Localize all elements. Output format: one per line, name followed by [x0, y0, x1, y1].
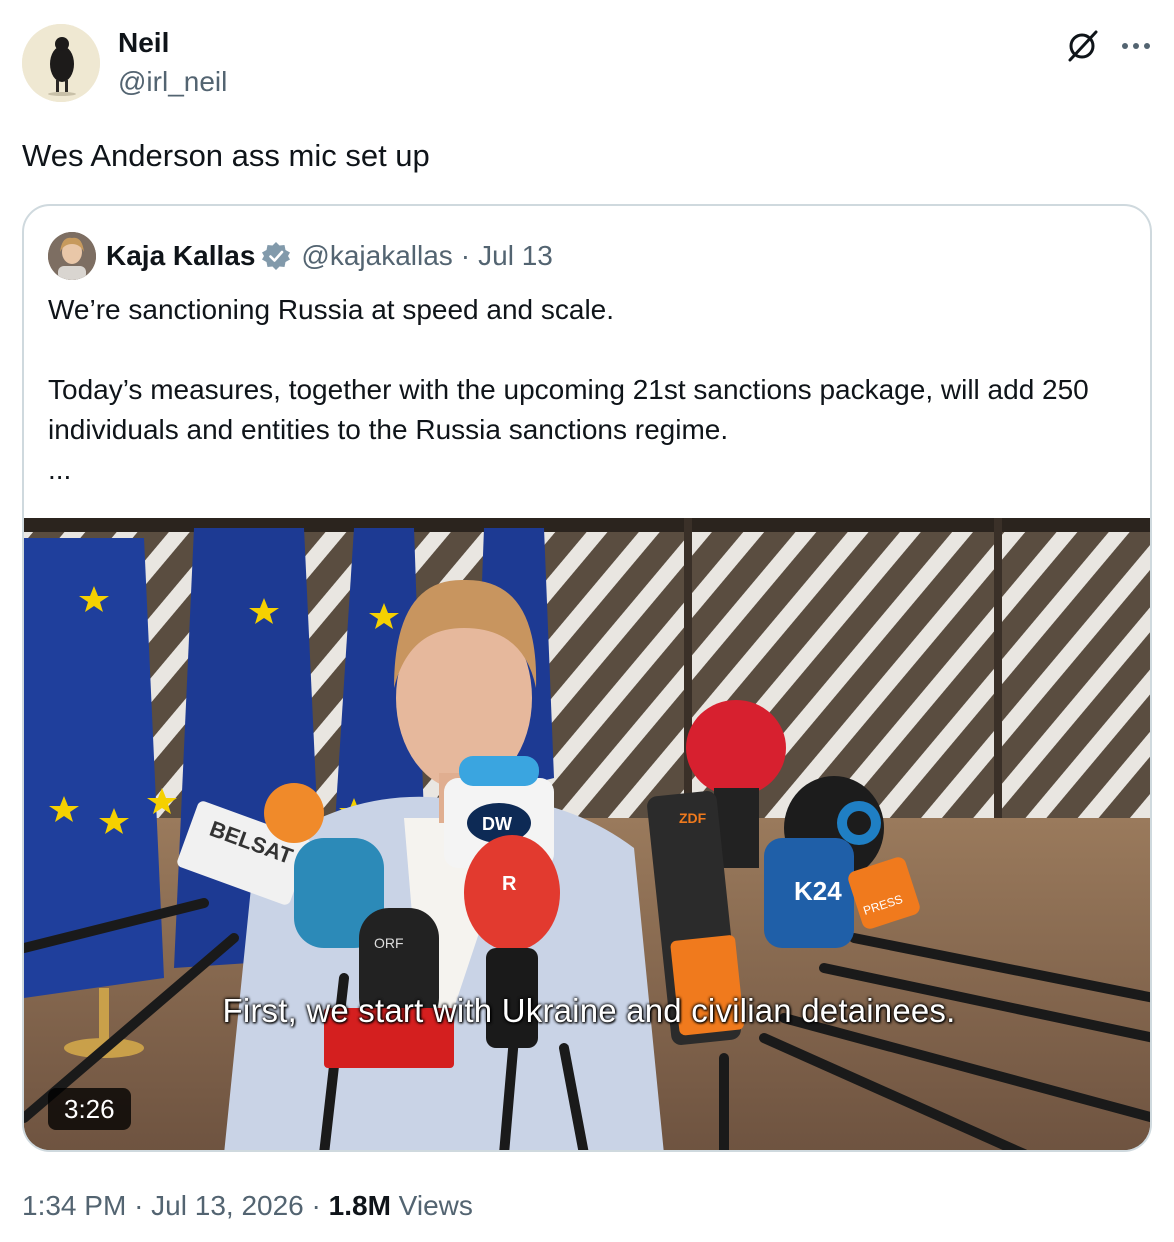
quoted-author-name[interactable]: Kaja Kallas — [106, 240, 255, 272]
video-duration: 3:26 — [48, 1088, 131, 1130]
views-label: Views — [398, 1190, 473, 1221]
video-subtitle: First, we start with Ukraine and civilia… — [222, 992, 956, 1029]
tweet-text: Wes Anderson ass mic set up — [22, 138, 430, 173]
author-block: Neil @irl_neil — [118, 26, 227, 100]
author-avatar[interactable] — [22, 24, 100, 102]
tweet-time[interactable]: 1:34 PM — [22, 1190, 126, 1221]
quoted-text: We’re sanctioning Russia at speed and sc… — [48, 290, 1128, 490]
author-name[interactable]: Neil — [118, 26, 227, 60]
more-icon[interactable] — [1116, 26, 1156, 66]
svg-text:ORF: ORF — [374, 935, 404, 951]
meta-separator: · — [134, 1190, 144, 1221]
quoted-author-handle[interactable]: @kajakallas — [301, 240, 452, 272]
video-player[interactable]: BELSAT ORF DW R ZDF K24 PRESS First, we … — [24, 518, 1150, 1150]
top-actions — [1062, 26, 1156, 66]
quoted-avatar[interactable] — [48, 232, 96, 280]
author-handle[interactable]: @irl_neil — [118, 64, 227, 100]
tweet-date[interactable]: Jul 13, 2026 — [151, 1190, 304, 1221]
quoted-paragraph-1: We’re sanctioning Russia at speed and sc… — [48, 294, 615, 325]
tweet-meta: 1:34 PM · Jul 13, 2026 · 1.8M Views — [22, 1188, 473, 1224]
svg-text:K24: K24 — [794, 876, 842, 906]
show-more-ellipsis[interactable]: ... — [48, 450, 1128, 490]
verified-badge-icon — [262, 242, 291, 270]
svg-text:R: R — [502, 873, 517, 895]
meta-separator: · — [311, 1190, 321, 1221]
quoted-paragraph-2: Today’s measures, together with the upco… — [48, 374, 1089, 445]
separator-dot: · — [460, 240, 471, 271]
quoted-header: Kaja Kallas @kajakallas · Jul 13 — [48, 232, 553, 280]
quoted-tweet[interactable]: Kaja Kallas @kajakallas · Jul 13 We’re s… — [22, 204, 1152, 1152]
svg-text:ZDF: ZDF — [679, 810, 707, 826]
tweet: Neil @irl_neil Wes Anderson ass mic set … — [0, 0, 1174, 1242]
views-count[interactable]: 1.8M — [329, 1190, 391, 1221]
video-thumbnail: BELSAT ORF DW R ZDF K24 PRESS — [24, 518, 1150, 1150]
grok-icon[interactable] — [1062, 26, 1102, 66]
quoted-date[interactable]: Jul 13 — [478, 240, 553, 272]
svg-text:DW: DW — [482, 814, 512, 834]
